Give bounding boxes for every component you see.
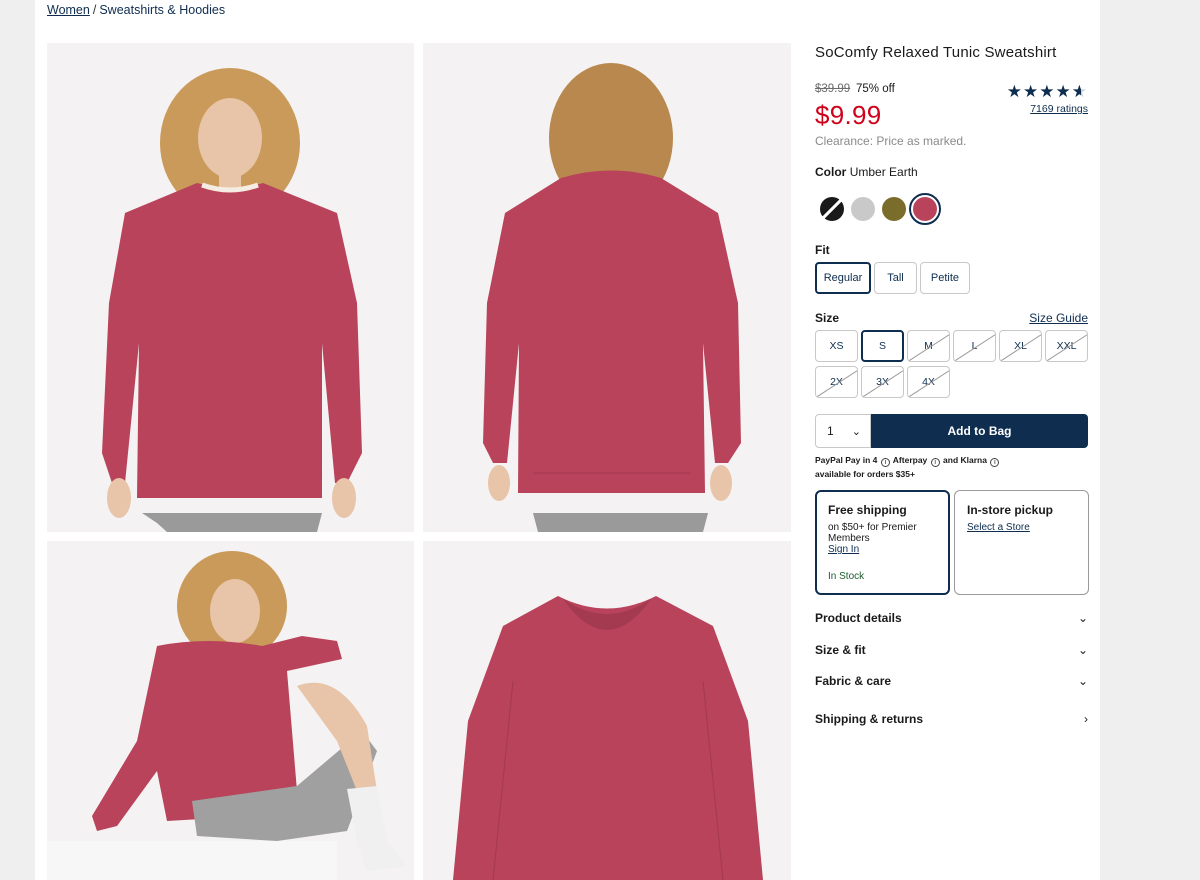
shipping-text: on $50+ for Premier Members — [828, 522, 917, 544]
star-icon: ★ — [1023, 82, 1040, 101]
size-xs-button[interactable]: XS — [815, 330, 858, 362]
swatch-black[interactable] — [820, 197, 844, 221]
product-image-flat-lay[interactable] — [423, 541, 791, 880]
accordion-product-details[interactable]: Product details ⌄ — [815, 611, 1088, 625]
breadcrumb: Women / Sweatshirts & Hoodies — [47, 3, 225, 17]
product-page: Women / Sweatshirts & Hoodies SoComfy Re… — [35, 0, 1100, 880]
stock-status: In Stock — [828, 571, 865, 582]
pickup-title: In-store pickup — [967, 503, 1054, 517]
product-image-seated[interactable] — [47, 541, 414, 880]
in-store-pickup-option[interactable]: In-store pickup Select a Store — [954, 490, 1089, 595]
size-label: Size — [815, 311, 840, 325]
size-guide-link[interactable]: Size Guide — [1029, 311, 1088, 325]
color-label: Color Umber Earth — [815, 165, 918, 179]
product-image-front[interactable] — [47, 43, 414, 532]
clearance-note: Clearance: Price as marked. — [815, 134, 967, 148]
size-3x-button[interactable]: 3X — [861, 366, 904, 398]
size-xxl-button[interactable]: XXL — [1045, 330, 1088, 362]
fit-label: Fit — [815, 243, 830, 257]
add-to-bag-button[interactable]: Add to Bag — [871, 414, 1088, 448]
half-star-icon: ★ ★ — [1071, 82, 1088, 101]
original-price: $39.99 — [815, 83, 851, 95]
swatch-umber-earth[interactable] — [909, 193, 941, 225]
size-2x-button[interactable]: 2X — [815, 366, 858, 398]
star-icon: ★ — [1055, 82, 1072, 101]
size-m-button[interactable]: M — [907, 330, 950, 362]
star-icon: ★ — [1039, 82, 1056, 101]
info-icon[interactable]: i — [930, 458, 940, 467]
accordion-fabric-care[interactable]: Fabric & care ⌄ — [815, 674, 1088, 688]
product-title: SoComfy Relaxed Tunic Sweatshirt — [815, 44, 1057, 61]
accordion-shipping-returns[interactable]: Shipping & returns › — [815, 712, 1088, 726]
swatch-olive[interactable] — [882, 197, 906, 221]
accordion-size-fit[interactable]: Size & fit ⌄ — [815, 643, 1088, 657]
size-xl-button[interactable]: XL — [999, 330, 1042, 362]
discount-badge: 75% off — [856, 83, 895, 95]
select-store-link[interactable]: Select a Store — [967, 522, 1076, 533]
sign-in-link[interactable]: Sign In — [828, 544, 937, 555]
star-icon: ★ — [1006, 82, 1023, 101]
quantity-value: 1 — [827, 424, 834, 438]
sale-price: $9.99 — [815, 100, 882, 130]
ratings-count-link[interactable]: 7169 ratings — [1030, 103, 1088, 115]
chevron-down-icon: ⌄ — [1077, 611, 1088, 625]
rating-stars[interactable]: ★★★★★ ★ — [1007, 82, 1088, 102]
fit-petite-button[interactable]: Petite — [920, 262, 970, 294]
breadcrumb-current[interactable]: Sweatshirts & Hoodies — [99, 3, 225, 17]
chevron-down-icon: ⌄ — [1077, 674, 1088, 688]
selected-color-name: Umber Earth — [849, 165, 918, 179]
quantity-select[interactable]: 1 ⌄ — [815, 414, 871, 448]
chevron-right-icon: › — [1084, 712, 1088, 726]
shipping-title: Free shipping — [828, 503, 907, 517]
fit-regular-button[interactable]: Regular — [815, 262, 871, 294]
size-4x-button[interactable]: 4X — [907, 366, 950, 398]
fit-tall-button[interactable]: Tall — [874, 262, 917, 294]
free-shipping-option[interactable]: Free shipping on $50+ for Premier Member… — [815, 490, 950, 595]
size-s-button[interactable]: S — [861, 330, 904, 362]
product-image-back[interactable] — [423, 43, 791, 532]
chevron-down-icon: ⌄ — [851, 426, 861, 438]
size-l-button[interactable]: L — [953, 330, 996, 362]
info-icon[interactable]: i — [880, 458, 890, 467]
swatch-light-gray[interactable] — [851, 197, 875, 221]
pay-later-message: PayPal Pay in 4 i Afterpay i and Klarna … — [815, 453, 1000, 481]
breadcrumb-separator: / — [92, 3, 97, 17]
info-icon[interactable]: i — [990, 458, 1000, 467]
breadcrumb-women-link[interactable]: Women — [47, 3, 90, 17]
chevron-down-icon: ⌄ — [1077, 643, 1088, 657]
